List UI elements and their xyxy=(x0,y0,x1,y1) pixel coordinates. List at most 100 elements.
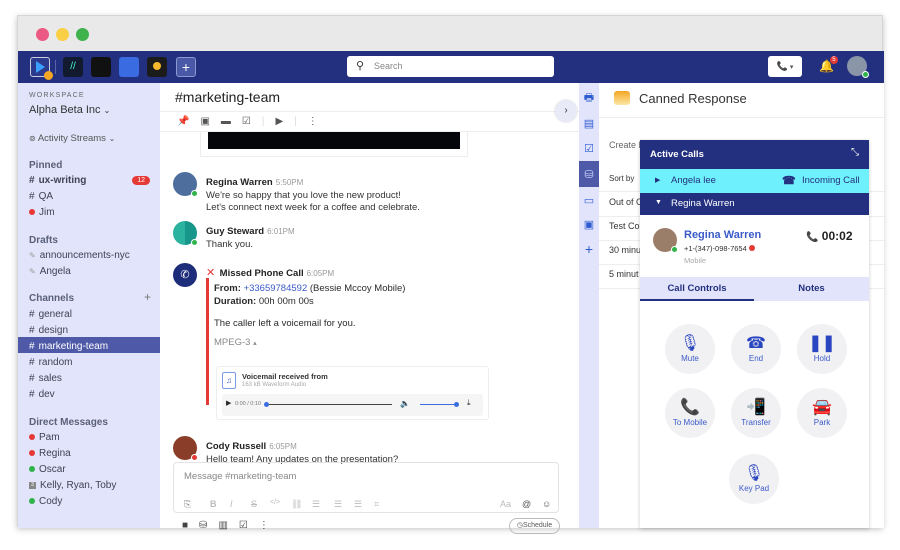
tab-call-controls[interactable]: Call Controls xyxy=(640,277,754,301)
sidebar-item-pam[interactable]: Pam xyxy=(18,428,160,444)
avatar[interactable] xyxy=(173,221,198,246)
download-icon[interactable]: ⤓ xyxy=(467,398,471,408)
maximize-window-button[interactable] xyxy=(76,28,89,41)
tab-notes[interactable]: Notes xyxy=(754,277,869,301)
format-toggle[interactable]: MPEG-3 ▴ xyxy=(214,336,405,350)
app-logo-icon[interactable] xyxy=(30,57,53,80)
attachment-icon[interactable]: ⎘ xyxy=(184,499,191,510)
add-channel-button[interactable]: + xyxy=(144,290,151,304)
ordered-list-button[interactable]: ☰ xyxy=(312,499,320,510)
canned-response-icon[interactable]: ⛁ xyxy=(579,161,599,187)
video-call-icon[interactable]: ■ xyxy=(182,520,188,531)
sort-by-label[interactable]: Sort by xyxy=(609,174,634,183)
collapse-panel-button[interactable]: › xyxy=(555,100,577,122)
play-button[interactable]: ▶ xyxy=(226,399,231,407)
workspace-switch-4[interactable] xyxy=(119,57,139,77)
canned-response-item[interactable]: 5 minut xyxy=(609,269,639,279)
caller-number-link[interactable]: +33659784592 xyxy=(244,283,308,294)
schedule-button[interactable]: ◷Schedule xyxy=(509,518,560,534)
sidebar-item-jim[interactable]: Jim xyxy=(18,203,160,219)
minimize-window-button[interactable] xyxy=(56,28,69,41)
contact-card-icon[interactable]: ▣ xyxy=(200,116,209,127)
message-author[interactable]: Cody Russell xyxy=(206,441,266,452)
sidebar-item-design[interactable]: # design xyxy=(18,321,160,337)
italic-button[interactable]: I xyxy=(230,499,233,509)
code-button[interactable]: </> xyxy=(270,499,280,506)
pin-icon[interactable]: 📌 xyxy=(177,116,189,127)
database-icon[interactable]: ⛁ xyxy=(199,520,207,531)
call-item-regina[interactable]: ▼ Regina Warren xyxy=(640,193,869,215)
sidebar-item-cody[interactable]: Cody xyxy=(18,492,160,508)
text-format-icon[interactable]: Aa xyxy=(500,499,511,509)
folder-icon[interactable]: ▭ xyxy=(579,190,599,210)
sidebar-item-group-dm[interactable]: 3 Kelly, Ryan, Toby xyxy=(18,476,160,492)
volume-slider[interactable] xyxy=(420,404,456,405)
message-author[interactable]: Regina Warren xyxy=(206,177,273,188)
minimize-icon[interactable]: ⤡ xyxy=(851,147,859,158)
keypad-button[interactable]: 🎙 Key Pad xyxy=(729,454,779,504)
mention-icon[interactable]: @ xyxy=(522,499,531,509)
sidebar-item-qa[interactable]: # QA xyxy=(18,187,160,203)
user-avatar[interactable] xyxy=(847,56,869,78)
volume-knob[interactable] xyxy=(454,402,459,407)
seek-bar[interactable] xyxy=(266,404,392,405)
add-app-button[interactable]: + xyxy=(579,239,599,259)
printer-icon[interactable]: 🖶 xyxy=(579,88,599,108)
checklist-icon[interactable]: ☑ xyxy=(579,138,599,158)
image-attachment[interactable] xyxy=(200,132,468,157)
sidebar-item-general[interactable]: # general xyxy=(18,305,160,321)
workspace-name-dropdown[interactable]: Alpha Beta Inc ⌄ xyxy=(29,104,110,116)
more-options-icon[interactable]: ⋮ xyxy=(259,520,269,531)
more-options-icon[interactable]: ⋮ xyxy=(308,116,318,127)
end-call-button[interactable]: ☎ End xyxy=(731,324,781,374)
avatar[interactable] xyxy=(173,172,198,197)
mute-button[interactable]: 🎙 Mute xyxy=(665,324,715,374)
seek-knob[interactable] xyxy=(264,402,269,407)
strikethrough-button[interactable]: S xyxy=(251,499,257,509)
message-composer[interactable]: Message #marketing-team ⎘ B I S </> ⛓ ☰ … xyxy=(173,462,559,513)
bell-icon[interactable]: 🔔 5 xyxy=(819,56,838,73)
notes-icon[interactable]: ▤ xyxy=(579,113,599,133)
link-button[interactable]: ⛓ xyxy=(291,499,302,510)
activity-streams-dropdown[interactable]: ⊚ Activity Streams ⌄ xyxy=(29,133,115,144)
to-mobile-button[interactable]: 📞 To Mobile xyxy=(665,388,715,438)
sidebar-item-ux-writing[interactable]: # ux-writing 12 xyxy=(18,171,160,187)
sidebar-item-dev[interactable]: # dev xyxy=(18,385,160,401)
search-input[interactable]: ⚲ Search xyxy=(347,56,554,77)
quote-button[interactable]: ⌗ xyxy=(374,499,379,510)
message-input[interactable]: Message #marketing-team xyxy=(184,471,296,482)
canned-response-item[interactable]: 30 minu xyxy=(609,245,641,255)
sidebar-item-marketing-team[interactable]: # marketing-team xyxy=(18,337,160,353)
canned-response-item[interactable]: Out of O xyxy=(609,197,643,207)
volume-icon[interactable]: 🔈 xyxy=(400,399,410,408)
park-button[interactable]: 🚘 Park xyxy=(797,388,847,438)
sidebar-item-announcements-nyc[interactable]: ✎ announcements-nyc xyxy=(18,246,160,262)
bold-button[interactable]: B xyxy=(210,499,217,509)
hold-button[interactable]: ❚❚ Hold xyxy=(797,324,847,374)
workspace-switch-2[interactable]: // xyxy=(63,57,83,77)
video-icon[interactable]: ▶ xyxy=(275,116,283,127)
message-author[interactable]: Guy Steward xyxy=(206,226,264,237)
workspace-switch-3[interactable] xyxy=(91,57,111,77)
sidebar-item-sales[interactable]: # sales xyxy=(18,369,160,385)
canned-response-item[interactable]: Test Cor xyxy=(609,221,643,231)
phone-dropdown-button[interactable]: 📞 ▾ xyxy=(768,56,802,77)
add-workspace-button[interactable]: + xyxy=(176,57,196,77)
avatar[interactable] xyxy=(173,436,198,461)
bullet-list-button[interactable]: ☰ xyxy=(334,499,342,510)
poll-icon[interactable]: ▥ xyxy=(218,520,227,531)
call-item-angela[interactable]: ▶ Angela lee ☎ Incoming Call xyxy=(640,169,869,193)
emoji-icon[interactable]: ☺ xyxy=(542,499,551,509)
indent-button[interactable]: ☰ xyxy=(354,499,362,510)
sidebar-item-random[interactable]: # random xyxy=(18,353,160,369)
transfer-button[interactable]: 📲 Transfer xyxy=(731,388,781,438)
sidebar-item-oscar[interactable]: Oscar xyxy=(18,460,160,476)
folder-icon[interactable]: ▬ xyxy=(221,116,231,127)
sidebar-item-angela[interactable]: ✎ Angela xyxy=(18,262,160,278)
task-icon[interactable]: ☑ xyxy=(239,520,248,531)
contact-icon[interactable]: ▣ xyxy=(579,214,599,234)
task-icon[interactable]: ☑ xyxy=(242,116,251,127)
close-window-button[interactable] xyxy=(36,28,49,41)
sidebar-item-regina[interactable]: Regina xyxy=(18,444,160,460)
workspace-switch-5[interactable] xyxy=(147,57,167,77)
